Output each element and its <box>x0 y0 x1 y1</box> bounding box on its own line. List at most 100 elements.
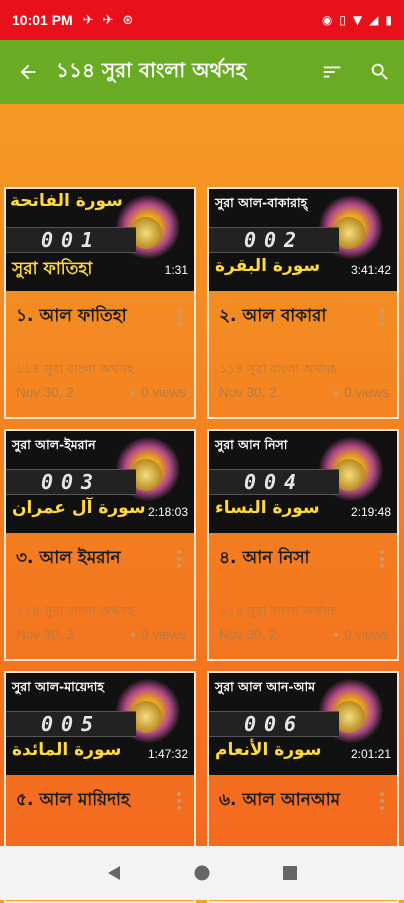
thumbnail-number: 003 <box>6 469 136 495</box>
dot-icon <box>177 557 181 561</box>
video-card[interactable]: সুরা আল-ইমরান 003 سورة آل عمران 2:18:03 … <box>4 429 196 661</box>
arrow-left-icon <box>20 64 36 80</box>
airplane-bird-icon: ✈ <box>82 12 94 28</box>
status-bar: 10:01 PM ✈ ✈ ⊛ ◉ ▯ ▼ ◢ ▮ <box>0 0 404 40</box>
recents-square-icon <box>283 866 297 880</box>
thumbnail-number: 001 <box>6 227 136 253</box>
more-options-button[interactable] <box>375 789 389 813</box>
channel-name[interactable]: ১১৪ সুরা বাংলা অর্থসহ <box>219 361 337 381</box>
status-left-icons: ✈ ✈ ⊛ <box>83 13 134 28</box>
nav-recents-button[interactable] <box>270 853 310 893</box>
thumbnail-bottom-text: سورة المائدة <box>12 740 122 760</box>
more-options-button[interactable] <box>172 789 186 813</box>
status-right-icons: ◉ ▯ ▼ ◢ ▮ <box>322 13 392 27</box>
video-title[interactable]: ৪. আন নিসা <box>219 545 309 573</box>
dot-icon <box>380 315 384 319</box>
video-meta: Nov 30, 2 0 views <box>16 627 186 642</box>
thumbnail-bottom-text: سورة النساء <box>215 498 320 518</box>
thumbnail-number: 004 <box>209 469 339 495</box>
video-duration: 1:47:32 <box>147 747 188 761</box>
separator-dot-icon <box>130 390 135 395</box>
battery-icon: ▮ <box>385 13 392 27</box>
view-count: 0 views <box>343 385 389 400</box>
video-duration: 2:18:03 <box>147 505 188 519</box>
video-title[interactable]: ২. আল বাকারা <box>219 303 326 331</box>
dot-icon <box>380 792 384 796</box>
view-count: 0 views <box>343 627 389 642</box>
video-title[interactable]: ৩. আল ইমরান <box>16 545 121 573</box>
thumbnail-top-text: সুরা আল-ইমরান <box>12 437 96 452</box>
nav-home-button[interactable] <box>182 853 222 893</box>
dot-icon <box>177 564 181 568</box>
system-nav-bar <box>0 846 404 900</box>
more-options-button[interactable] <box>172 305 186 329</box>
video-thumbnail[interactable]: সুরা আল-বাকারাহ্ 002 سورة البقرة 3:41:42 <box>209 189 397 291</box>
sort-icon <box>323 66 341 78</box>
nav-back-button[interactable] <box>94 853 134 893</box>
thumbnail-top-text: সুরা আন নিসা <box>215 437 288 452</box>
video-duration: 1:31 <box>164 263 188 277</box>
signal-icon: ◢ <box>369 13 379 27</box>
upload-date: Nov 30, 2 <box>16 627 74 642</box>
video-duration: 3:41:42 <box>350 263 391 277</box>
thumbnail-bottom-text: سورة الأنعام <box>215 740 322 760</box>
thumbnail-bottom-text: سورة آل عمران <box>12 498 146 518</box>
separator-dot-icon <box>130 632 135 637</box>
channel-name[interactable]: ১১৪ সুরা বাংলা অর্থসহ <box>16 603 134 623</box>
page-title: ১১৪ সুরা বাংলা অর্থসহ <box>56 57 247 82</box>
sort-button[interactable] <box>308 40 356 104</box>
video-duration: 2:19:48 <box>350 505 391 519</box>
thumbnail-number: 005 <box>6 711 136 737</box>
video-thumbnail[interactable]: سورة الفاتحة 001 সুরা ফাতিহা 1:31 <box>6 189 194 291</box>
dot-icon <box>380 564 384 568</box>
vpn-icon: ⊛ <box>122 12 134 28</box>
thumbnail-bottom-text: সুরা ফাতিহা <box>12 259 93 279</box>
dot-icon <box>380 550 384 554</box>
video-meta: Nov 30, 2 0 views <box>16 385 186 400</box>
thumbnail-top-text: সুরা আল-বাকারাহ্ <box>215 195 308 210</box>
video-title[interactable]: ৬. আল আনআম <box>219 787 340 815</box>
video-title[interactable]: ১. আল ফাতিহা <box>16 303 127 331</box>
video-title[interactable]: ৫. আল মায়িদাহ <box>16 787 130 815</box>
video-thumbnail[interactable]: সুরা আল আন-আম 006 سورة الأنعام 2:01:21 <box>209 673 397 775</box>
eye-icon: ◉ <box>321 13 333 27</box>
thumbnail-bottom-text: سورة البقرة <box>215 256 321 276</box>
separator-dot-icon <box>333 632 338 637</box>
upload-date: Nov 30, 2 <box>16 385 74 400</box>
dot-icon <box>380 322 384 326</box>
status-time: 10:01 PM <box>12 12 73 28</box>
dot-icon <box>380 806 384 810</box>
search-icon <box>371 63 388 80</box>
separator-dot-icon <box>333 390 338 395</box>
video-thumbnail[interactable]: সুরা আন নিসা 004 سورة النساء 2:19:48 <box>209 431 397 533</box>
video-thumbnail[interactable]: সুরা আল-ইমরান 003 سورة آل عمران 2:18:03 <box>6 431 194 533</box>
thumbnail-top-text: সুরা আল আন-আম <box>215 679 316 694</box>
search-button[interactable] <box>356 40 404 104</box>
dot-icon <box>177 806 181 810</box>
video-card[interactable]: سورة الفاتحة 001 সুরা ফাতিহা 1:31 ১. আল … <box>4 187 196 419</box>
thumbnail-top-text: سورة الفاتحة <box>10 191 123 211</box>
more-options-button[interactable] <box>172 547 186 571</box>
dot-icon <box>177 799 181 803</box>
view-count: 0 views <box>140 627 186 642</box>
more-options-button[interactable] <box>375 547 389 571</box>
video-thumbnail[interactable]: সুরা আল-মায়েদাহ 005 سورة المائدة 1:47:3… <box>6 673 194 775</box>
thumbnail-top-text: সুরা আল-মায়েদাহ <box>12 679 104 694</box>
video-grid: سورة الفاتحة 001 সুরা ফাতিহা 1:31 ১. আল … <box>4 187 400 903</box>
video-card[interactable]: সুরা আল-বাকারাহ্ 002 سورة البقرة 3:41:42… <box>207 187 399 419</box>
video-meta: Nov 30, 2 0 views <box>219 627 389 642</box>
back-button[interactable] <box>0 40 56 104</box>
dot-icon <box>177 792 181 796</box>
dot-icon <box>380 557 384 561</box>
app-bar: ১১৪ সুরা বাংলা অর্থসহ <box>0 40 404 104</box>
channel-name[interactable]: ১১৪ সুরা বাংলা অর্থসহ <box>219 603 337 623</box>
video-card[interactable]: সুরা আন নিসা 004 سورة النساء 2:19:48 ৪. … <box>207 429 399 661</box>
back-triangle-icon <box>108 866 120 880</box>
vibrate-icon: ▯ <box>339 13 346 27</box>
channel-name[interactable]: ১১৪ সুরা বাংলা অর্থসহ <box>16 361 134 381</box>
dot-icon <box>177 308 181 312</box>
more-options-button[interactable] <box>375 305 389 329</box>
view-count: 0 views <box>140 385 186 400</box>
dot-icon <box>380 308 384 312</box>
dot-icon <box>177 322 181 326</box>
